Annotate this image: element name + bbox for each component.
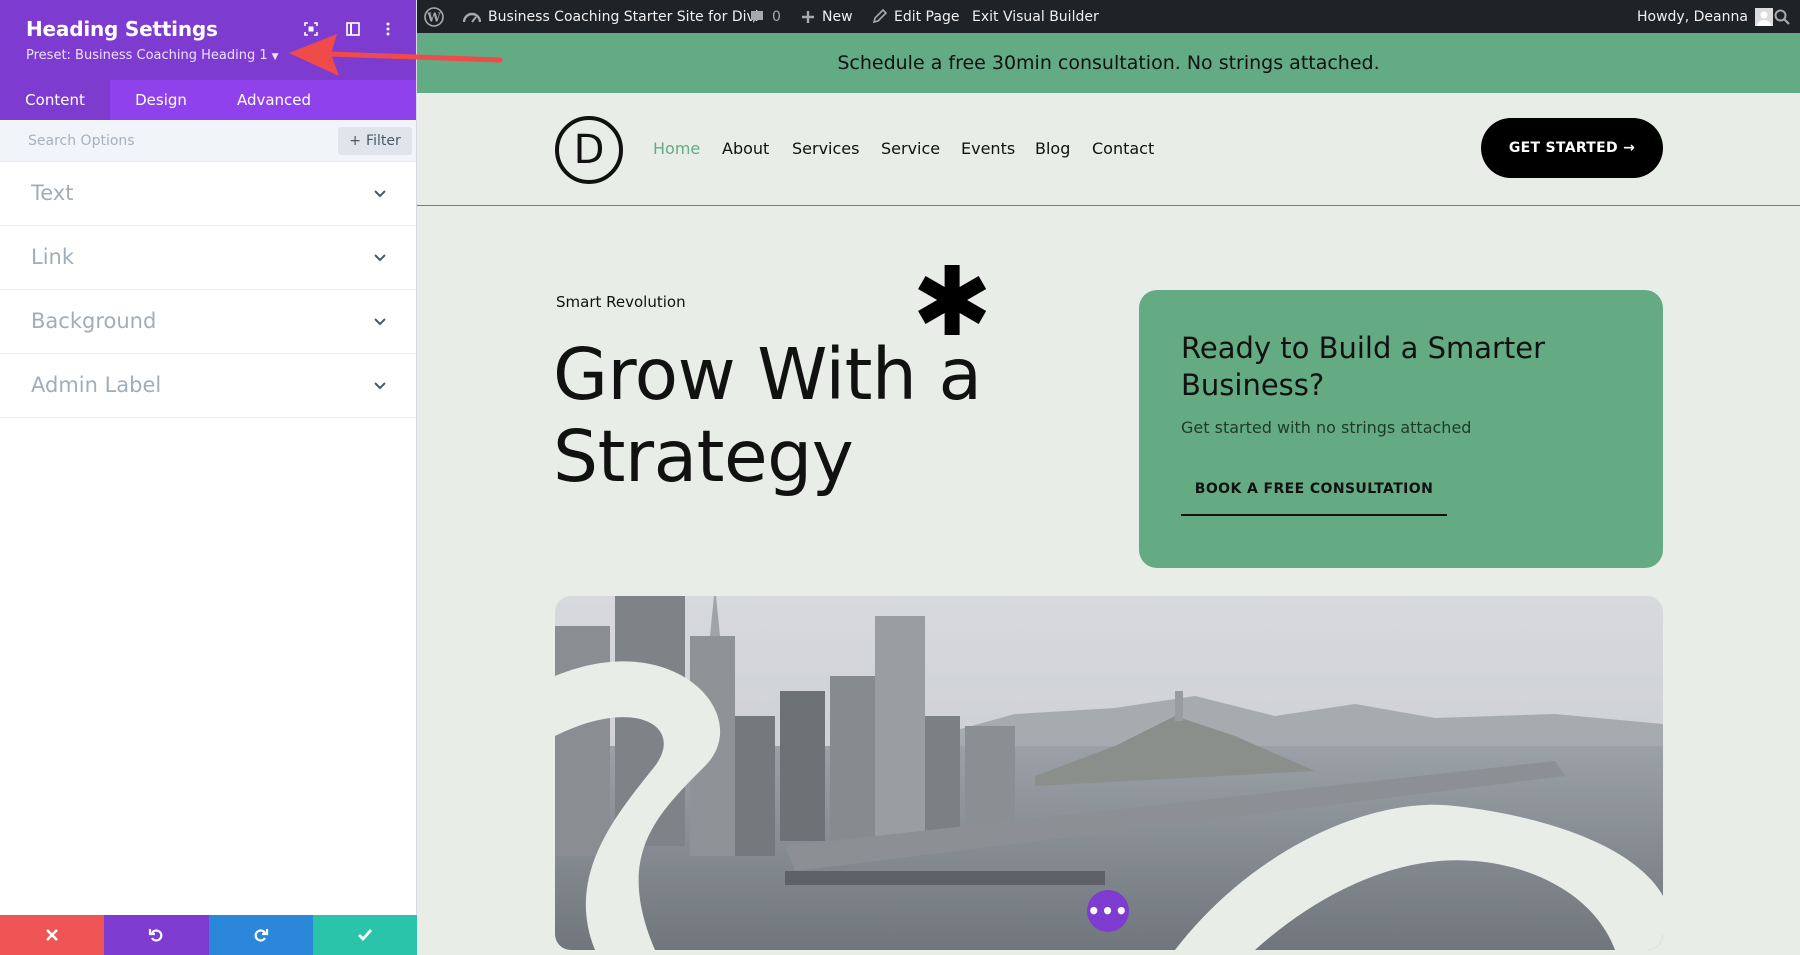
preset-label: Preset: Business Coaching Heading 1: [26, 48, 268, 63]
hero-heading[interactable]: Grow With a Strategy: [553, 334, 1073, 498]
redo-button[interactable]: [208, 915, 313, 955]
preset-selector[interactable]: Preset: Business Coaching Heading 1 ▼: [26, 48, 279, 63]
nav-service[interactable]: Service: [881, 139, 940, 158]
panel-footer: [0, 915, 417, 955]
new-label: New: [822, 8, 853, 25]
checkmark-icon: [357, 929, 372, 942]
hero-eyebrow: Smart Revolution: [556, 293, 686, 311]
comment-icon: [751, 10, 763, 23]
annotation-arrow: [289, 34, 503, 76]
pencil-icon: [872, 9, 887, 24]
new-content-link[interactable]: New: [801, 0, 853, 33]
ellipsis-icon: •••: [1087, 899, 1129, 923]
filter-label: Filter: [366, 133, 401, 149]
close-icon: [46, 929, 59, 941]
site-name-link[interactable]: Business Coaching Starter Site for Divi: [463, 0, 759, 33]
svg-text:W: W: [426, 10, 441, 24]
consultation-card: Ready to Build a Smarter Business? Get s…: [1139, 290, 1663, 568]
toggle-label: Text: [31, 181, 74, 205]
toggle-label: Background: [31, 309, 157, 333]
user-account-menu[interactable]: Howdy, Deanna: [1637, 0, 1773, 33]
promo-banner-text: Schedule a free 30min consultation. No s…: [837, 52, 1380, 74]
discard-button[interactable]: [0, 915, 105, 955]
tab-design[interactable]: Design: [110, 80, 212, 120]
wp-admin-bar: W Business Coaching Starter Site for Div…: [417, 0, 1800, 33]
panel-title: Heading Settings: [26, 17, 218, 41]
asterisk-icon: ✱: [912, 246, 993, 358]
site-header: D Home About Services Service Events Blo…: [417, 93, 1800, 206]
undo-button[interactable]: [104, 915, 209, 955]
search-row: + Filter: [0, 120, 416, 162]
plus-icon: +: [349, 133, 362, 149]
redo-icon: [254, 929, 268, 942]
nav-blog[interactable]: Blog: [1035, 139, 1070, 158]
module-settings-panel: Heading Settings Preset: Business Coachi…: [0, 0, 417, 955]
chevron-down-icon: [374, 382, 386, 390]
wordpress-logo-icon[interactable]: W: [424, 0, 444, 33]
toggle-admin-label[interactable]: Admin Label: [0, 354, 416, 418]
tab-advanced[interactable]: Advanced: [212, 80, 336, 120]
toggle-label: Admin Label: [31, 373, 162, 397]
edit-page-link[interactable]: Edit Page: [872, 0, 959, 33]
tab-content[interactable]: Content: [0, 80, 110, 120]
greeting-label: Howdy, Deanna: [1637, 8, 1748, 25]
chevron-down-icon: [374, 190, 386, 198]
undo-icon: [149, 929, 163, 942]
nav-about[interactable]: About: [722, 139, 769, 158]
nav-services[interactable]: Services: [792, 139, 859, 158]
chevron-down-icon: [374, 318, 386, 326]
comments-count: 0: [772, 8, 781, 25]
book-consultation-button[interactable]: BOOK A FREE CONSULTATION: [1181, 464, 1447, 516]
nav-home[interactable]: Home: [653, 139, 700, 158]
avatar: [1754, 7, 1773, 26]
filter-button[interactable]: + Filter: [338, 127, 412, 155]
card-title: Ready to Build a Smarter Business?: [1181, 331, 1546, 402]
nav-events[interactable]: Events: [961, 139, 1015, 158]
chevron-down-icon: [374, 254, 386, 262]
toggle-label: Link: [31, 245, 75, 269]
edit-page-label: Edit Page: [894, 8, 960, 25]
caret-down-icon: ▼: [271, 52, 279, 62]
nav-contact[interactable]: Contact: [1092, 139, 1154, 158]
toggle-background[interactable]: Background: [0, 290, 416, 354]
plus-icon: [802, 10, 814, 23]
card-subtitle: Get started with no strings attached: [1181, 418, 1472, 437]
promo-banner: Schedule a free 30min consultation. No s…: [417, 33, 1800, 93]
toggle-link[interactable]: Link: [0, 226, 416, 290]
search-icon[interactable]: [1774, 0, 1790, 33]
module-actions-button[interactable]: •••: [1087, 890, 1129, 932]
site-name-label: Business Coaching Starter Site for Divi: [488, 8, 759, 25]
search-options-input[interactable]: [28, 129, 328, 153]
get-started-button[interactable]: GET STARTED →: [1481, 118, 1663, 178]
site-logo[interactable]: D: [555, 116, 623, 184]
save-button[interactable]: [312, 915, 417, 955]
toggle-text[interactable]: Text: [0, 162, 416, 226]
exit-builder-label: Exit Visual Builder: [972, 8, 1099, 25]
panel-tabs: Content Design Advanced: [0, 80, 416, 120]
comments-link[interactable]: 0: [749, 0, 781, 33]
exit-visual-builder-link[interactable]: Exit Visual Builder: [972, 0, 1099, 33]
dashboard-icon: [463, 12, 481, 23]
hero-section: Smart Revolution Grow With a Strategy ✱ …: [417, 206, 1800, 955]
